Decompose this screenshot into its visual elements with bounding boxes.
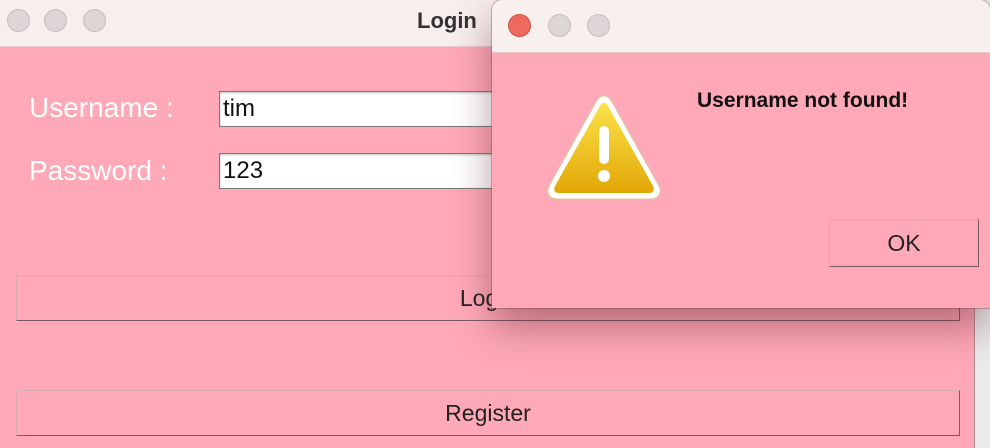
register-button[interactable]: Register: [16, 390, 960, 436]
alert-message: Username not found!: [697, 89, 909, 112]
screen: Login Username : tim Password : 123 Logi…: [0, 0, 990, 448]
close-window-button[interactable]: [7, 9, 30, 32]
alert-titlebar: [492, 0, 990, 53]
alert-close-button[interactable]: [508, 14, 531, 37]
alert-dialog: Username not found! OK: [492, 0, 990, 308]
password-input[interactable]: 123: [219, 153, 519, 189]
username-input[interactable]: tim: [219, 91, 519, 127]
window-title: Login: [417, 8, 477, 33]
minimize-window-button[interactable]: [44, 9, 67, 32]
ok-button[interactable]: OK: [829, 219, 979, 267]
alert-minimize-button[interactable]: [548, 14, 571, 37]
password-label: Password :: [29, 155, 168, 186]
warning-icon: [547, 95, 661, 200]
alert-zoom-button[interactable]: [587, 14, 610, 37]
zoom-window-button[interactable]: [83, 9, 106, 32]
username-label: Username :: [29, 92, 174, 123]
